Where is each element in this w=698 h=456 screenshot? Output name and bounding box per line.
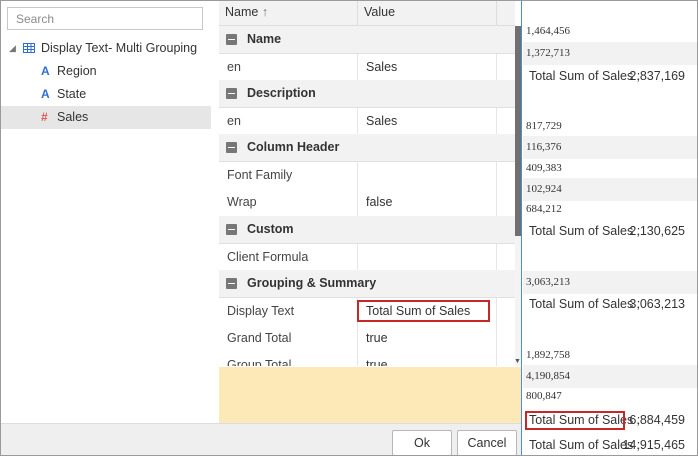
property-value[interactable]: Sales — [366, 54, 397, 81]
column-divider — [496, 1, 497, 25]
property-value[interactable]: Sales — [366, 108, 397, 135]
section-description[interactable]: Description — [219, 80, 515, 108]
property-row[interactable]: en Sales — [219, 108, 515, 136]
text-field-icon: A — [41, 87, 50, 101]
section-grouping-summary[interactable]: Grouping & Summary — [219, 270, 515, 298]
scroll-down-arrow-icon[interactable]: ▼ — [514, 358, 521, 365]
property-row[interactable]: en Sales — [219, 54, 515, 82]
property-key: en — [227, 114, 241, 128]
tree-item-state[interactable]: A State — [1, 83, 211, 106]
tree-item-region[interactable]: A Region — [1, 60, 211, 83]
property-key: Wrap — [227, 195, 257, 209]
property-grid-header: Name ↑ Value — [219, 1, 515, 26]
property-row[interactable]: Display Text Total Sum of Sales — [219, 298, 515, 326]
total-value: 3,063,213 — [629, 297, 685, 311]
collapse-icon[interactable] — [226, 88, 237, 99]
column-divider[interactable] — [357, 1, 358, 25]
property-rows: Name en Sales Description en Sales Colum — [219, 26, 515, 366]
tree-root-node[interactable]: ◢ Display Text- Multi Grouping — [1, 37, 211, 60]
highlight-box — [357, 300, 490, 322]
collapse-icon[interactable] — [226, 224, 237, 235]
field-tree-panel: ◢ Display Text- Multi Grouping A Region … — [1, 1, 211, 423]
group-total-row: Total Sum of Sales : 2,130,625 — [523, 218, 697, 244]
preview-value: 817,729 — [526, 120, 562, 132]
section-custom[interactable]: Custom — [219, 216, 515, 244]
dialog-footer: Ok Cancel — [1, 423, 521, 455]
property-row[interactable]: Client Formula — [219, 244, 515, 272]
total-label: Total Sum of Sales : — [529, 69, 641, 83]
collapse-icon[interactable] — [226, 278, 237, 289]
tree-item-label: State — [57, 87, 87, 101]
table-grid-icon — [23, 43, 35, 53]
preview-value: 1,372,713 — [523, 42, 697, 65]
dialog-window: ◢ Display Text- Multi Grouping A Region … — [0, 0, 698, 456]
total-label: Total Sum of Sales : — [529, 224, 641, 238]
tree-item-sales[interactable]: # Sales — [1, 106, 211, 129]
collapse-icon[interactable] — [226, 142, 237, 153]
grand-total-value: 14,915,465 — [622, 438, 685, 452]
expand-caret-icon[interactable]: ◢ — [9, 37, 16, 60]
property-key: Client Formula — [227, 250, 309, 264]
sort-ascending-icon: ↑ — [261, 5, 269, 19]
highlight-box — [525, 411, 625, 430]
search-input[interactable] — [7, 7, 203, 30]
section-title: Name — [247, 32, 282, 46]
text-field-icon: A — [41, 64, 50, 78]
tree-item-label: Sales — [57, 110, 89, 124]
property-key: Font Family — [227, 168, 293, 182]
tree-root-label: Display Text- Multi Grouping — [41, 41, 198, 55]
property-key: Grand Total — [227, 331, 292, 345]
collapse-icon[interactable] — [226, 34, 237, 45]
property-value[interactable]: false — [366, 189, 392, 216]
property-key: Group Total — [227, 358, 292, 366]
section-name[interactable]: Name — [219, 26, 515, 54]
preview-value: 800,847 — [526, 390, 562, 402]
property-key: Display Text — [227, 304, 295, 318]
section-title: Grouping & Summary — [247, 276, 377, 290]
numeric-field-icon: # — [41, 110, 48, 124]
ok-button[interactable]: Ok — [392, 430, 452, 455]
tree-item-label: Region — [57, 64, 97, 78]
cancel-button[interactable]: Cancel — [457, 430, 517, 455]
name-column-header[interactable]: Name ↑ — [225, 1, 268, 24]
property-row[interactable]: Font Family — [219, 162, 515, 190]
property-row[interactable]: Grand Total true — [219, 325, 515, 353]
total-value: 2,837,169 — [629, 69, 685, 83]
report-preview-panel: 1,464,456 1,372,713 Total Sum of Sales :… — [521, 1, 697, 455]
section-column-header[interactable]: Column Header — [219, 134, 515, 162]
section-title: Column Header — [247, 140, 340, 154]
property-row[interactable]: Group Total true — [219, 352, 515, 366]
value-column-header[interactable]: Value — [364, 1, 395, 24]
preview-value: 116,376 — [523, 136, 697, 159]
preview-value: 1,464,456 — [526, 25, 570, 37]
total-value: 2,130,625 — [629, 224, 685, 238]
preview-value: 409,383 — [526, 162, 562, 174]
group-total-row: Total Sum of Sales : 3,063,213 — [523, 291, 697, 317]
property-value[interactable]: true — [366, 325, 388, 352]
section-title: Custom — [247, 222, 294, 236]
property-key: en — [227, 60, 241, 74]
total-label: Total Sum of Sales : — [529, 297, 641, 311]
preview-value: 1,892,758 — [526, 349, 570, 361]
total-value: 6,884,459 — [629, 413, 685, 427]
property-value[interactable]: true — [366, 352, 388, 366]
grand-total-row: Total Sum of Sales : 14,915,465 — [523, 432, 697, 455]
property-row[interactable]: Wrap false — [219, 189, 515, 217]
section-title: Description — [247, 86, 316, 100]
description-area — [219, 367, 521, 423]
property-grid: Name ↑ Value Name en Sales Description e… — [219, 1, 521, 423]
group-total-row: Total Sum of Sales : 2,837,169 — [523, 63, 697, 89]
